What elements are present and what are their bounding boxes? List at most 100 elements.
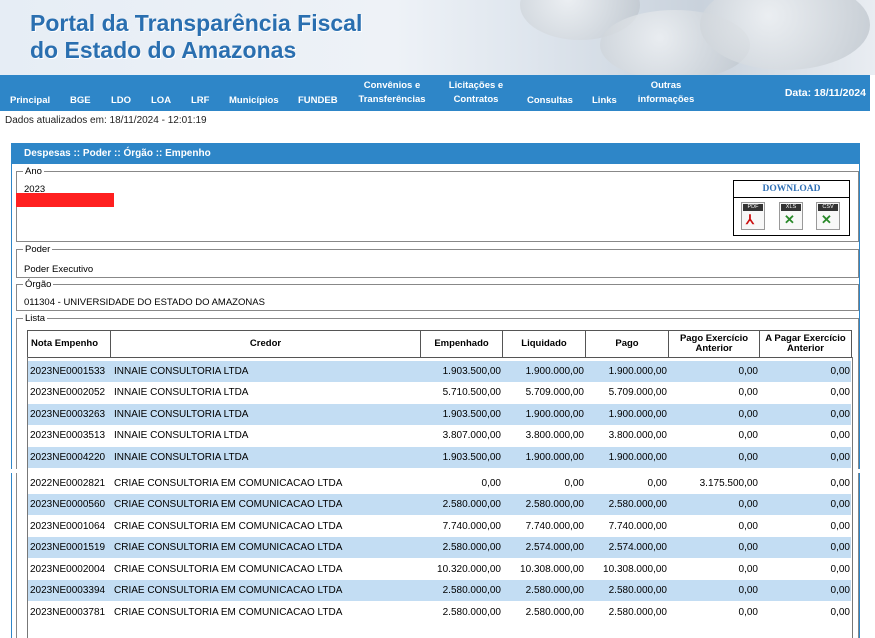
current-date: Data: 18/11/2024 (784, 87, 866, 99)
table-cell: 5.710.500,00 (442, 387, 501, 398)
table-cell: 2.580.000,00 (442, 585, 501, 596)
table-row[interactable]: 2023NE0004220 INNAIE CONSULTORIA LTDA 1.90… (28, 447, 851, 468)
menu-item-licitacoes[interactable]: Licitações e Contratos (442, 79, 510, 107)
table-cell: 5.709.000,00 (525, 387, 584, 398)
menu-item-outras[interactable]: Outras informações (636, 79, 696, 107)
redaction-bar (16, 193, 114, 207)
table-cell: 0,00 (738, 366, 758, 377)
table-cell: 2023NE0003394 (30, 585, 106, 596)
table-cell: 0,00 (830, 478, 850, 489)
table-cell: 1.900.000,00 (525, 409, 584, 420)
table-cell: 10.320.000,00 (437, 564, 501, 575)
table-cell: 0,00 (830, 542, 850, 553)
table-cell: 0,00 (830, 387, 850, 398)
main-menu: Principal BGE LDO LOA LRF Municípios FUN… (0, 75, 870, 111)
table-cell: INNAIE CONSULTORIA LTDA (114, 452, 249, 463)
table-cell: 2023NE0002052 (30, 387, 106, 398)
col-a-pagar-exercicio-anterior[interactable]: A Pagar Exercício Anterior (759, 331, 852, 358)
table-row[interactable]: 2023NE0001533 INNAIE CONSULTORIA LTDA 1.90… (28, 361, 851, 382)
table-cell: 0,00 (830, 607, 850, 618)
table-cell: CRIAE CONSULTORIA EM COMUNICACAO LTDA (114, 542, 343, 553)
table-cell: 1.903.500,00 (442, 409, 501, 420)
site-title-line2: do Estado do Amazonas (30, 37, 297, 63)
table-cell: 10.308.000,00 (520, 564, 584, 575)
table-cell: 0,00 (738, 564, 758, 575)
table-cell: 2023NE0004220 (30, 452, 106, 463)
table-cell: 2023NE0001064 (30, 521, 106, 532)
table-cell: 2023NE0003263 (30, 409, 106, 420)
csv-icon[interactable]: CSV ✕ (816, 202, 840, 230)
col-nota-empenho[interactable]: Nota Empenho (27, 331, 110, 358)
menu-item-links[interactable]: Links (592, 94, 617, 108)
table-cell: INNAIE CONSULTORIA LTDA (114, 387, 249, 398)
table-cell: 0,00 (738, 521, 758, 532)
table-cell: CRIAE CONSULTORIA EM COMUNICACAO LTDA (114, 585, 343, 596)
table-cell: 0,00 (830, 452, 850, 463)
xls-icon[interactable]: XLS ✕ (779, 202, 803, 230)
table-cell: CRIAE CONSULTORIA EM COMUNICACAO LTDA (114, 521, 343, 532)
menu-item-convenios[interactable]: Convênios e Transferências (355, 79, 429, 107)
pdf-icon[interactable]: PDF ⅄ (741, 202, 765, 230)
table-cell: 7.740.000,00 (442, 521, 501, 532)
pdf-glyph: ⅄ (746, 212, 754, 227)
poder-fieldset: Poder Poder Executivo (16, 244, 859, 278)
table-cell: 2.580.000,00 (442, 499, 501, 510)
table-row[interactable]: 2023NE0002004 CRIAE CONSULTORIA EM COMUNI… (28, 559, 851, 580)
col-empenhado[interactable]: Empenhado (420, 331, 502, 358)
table-cell: INNAIE CONSULTORIA LTDA (114, 366, 249, 377)
panel-title: Despesas :: Poder :: Órgão :: Empenho (11, 143, 860, 164)
menu-item-bge[interactable]: BGE (70, 94, 91, 108)
table-cell: 2.580.000,00 (442, 542, 501, 553)
table-cell: INNAIE CONSULTORIA LTDA (114, 430, 249, 441)
col-credor[interactable]: Credor (110, 331, 420, 358)
orgao-value[interactable]: 011304 - UNIVERSIDADE DO ESTADO DO AMAZO… (24, 297, 265, 308)
menu-item-loa[interactable]: LOA (151, 94, 171, 108)
table-cell: 0,00 (647, 478, 667, 489)
table-cell: 2023NE0001519 (30, 542, 106, 553)
col-pago[interactable]: Pago (585, 331, 668, 358)
poder-legend: Poder (25, 244, 51, 255)
table-row[interactable]: 2023NE0002052 INNAIE CONSULTORIA LTDA 5.71… (28, 382, 851, 403)
table-cell: 3.175.500,00 (699, 478, 758, 489)
table-cell: CRIAE CONSULTORIA EM COMUNICACAO LTDA (114, 478, 343, 489)
col-liquidado[interactable]: Liquidado (502, 331, 585, 358)
menu-item-lrf[interactable]: LRF (191, 94, 209, 108)
table-cell: CRIAE CONSULTORIA EM COMUNICACAO LTDA (114, 607, 343, 618)
menu-item-ldo[interactable]: LDO (111, 94, 131, 108)
orgao-fieldset: Órgão 011304 - UNIVERSIDADE DO ESTADO DO… (16, 279, 859, 311)
table-header: Nota Empenho Credor Empenhado Liquidado … (27, 330, 852, 358)
table-cell: 2.580.000,00 (525, 607, 584, 618)
menu-item-municipios[interactable]: Municípios (229, 94, 279, 108)
table-row[interactable]: 2023NE0003394 CRIAE CONSULTORIA EM COMUNI… (28, 580, 851, 601)
download-divider (734, 197, 849, 198)
csv-glyph: ✕ (821, 212, 832, 227)
table-cell: 0,00 (738, 387, 758, 398)
menu-item-fundeb[interactable]: FUNDEB (298, 94, 338, 108)
table-cell: 1.900.000,00 (525, 366, 584, 377)
table-row[interactable]: 2023NE0003263 INNAIE CONSULTORIA LTDA 1.90… (28, 404, 851, 425)
col-pago-exercicio-anterior[interactable]: Pago Exercício Anterior (668, 331, 759, 358)
menu-item-principal[interactable]: Principal (10, 94, 50, 108)
orgao-legend: Órgão (25, 279, 52, 290)
xls-icon-label: XLS (781, 204, 801, 211)
table-row[interactable]: 2023NE0000560 CRIAE CONSULTORIA EM COMUNI… (28, 494, 851, 515)
poder-value[interactable]: Poder Executivo (24, 264, 93, 275)
csv-icon-label: CSV (818, 204, 838, 211)
table-row[interactable]: 2023NE0001519 CRIAE CONSULTORIA EM COMUNI… (28, 537, 851, 558)
ano-legend: Ano (25, 166, 42, 177)
pdf-icon-label: PDF (743, 204, 763, 211)
last-updated: Dados atualizados em: 18/11/2024 - 12:01… (5, 115, 207, 126)
menu-item-consultas[interactable]: Consultas (527, 94, 573, 108)
table-row[interactable]: 2023NE0003513 INNAIE CONSULTORIA LTDA 3.80… (28, 425, 851, 446)
table-cell: 2023NE0000560 (30, 499, 106, 510)
table-row[interactable]: 2023NE0003781 CRIAE CONSULTORIA EM COMUNI… (28, 602, 851, 623)
table-row[interactable]: 2023NE0001064 CRIAE CONSULTORIA EM COMUNI… (28, 516, 851, 537)
table-row[interactable]: 2022NE0002821 CRIAE CONSULTORIA EM COMUNI… (28, 473, 851, 494)
lista-legend: Lista (25, 313, 46, 324)
site-title[interactable]: Portal da Transparência Fiscal do Estado… (30, 10, 362, 64)
table-cell: CRIAE CONSULTORIA EM COMUNICACAO LTDA (114, 499, 343, 510)
table-cell: 0,00 (830, 430, 850, 441)
table-cell: 1.903.500,00 (442, 366, 501, 377)
table-cell: 0,00 (738, 430, 758, 441)
table-cell: 2022NE0002821 (30, 478, 106, 489)
